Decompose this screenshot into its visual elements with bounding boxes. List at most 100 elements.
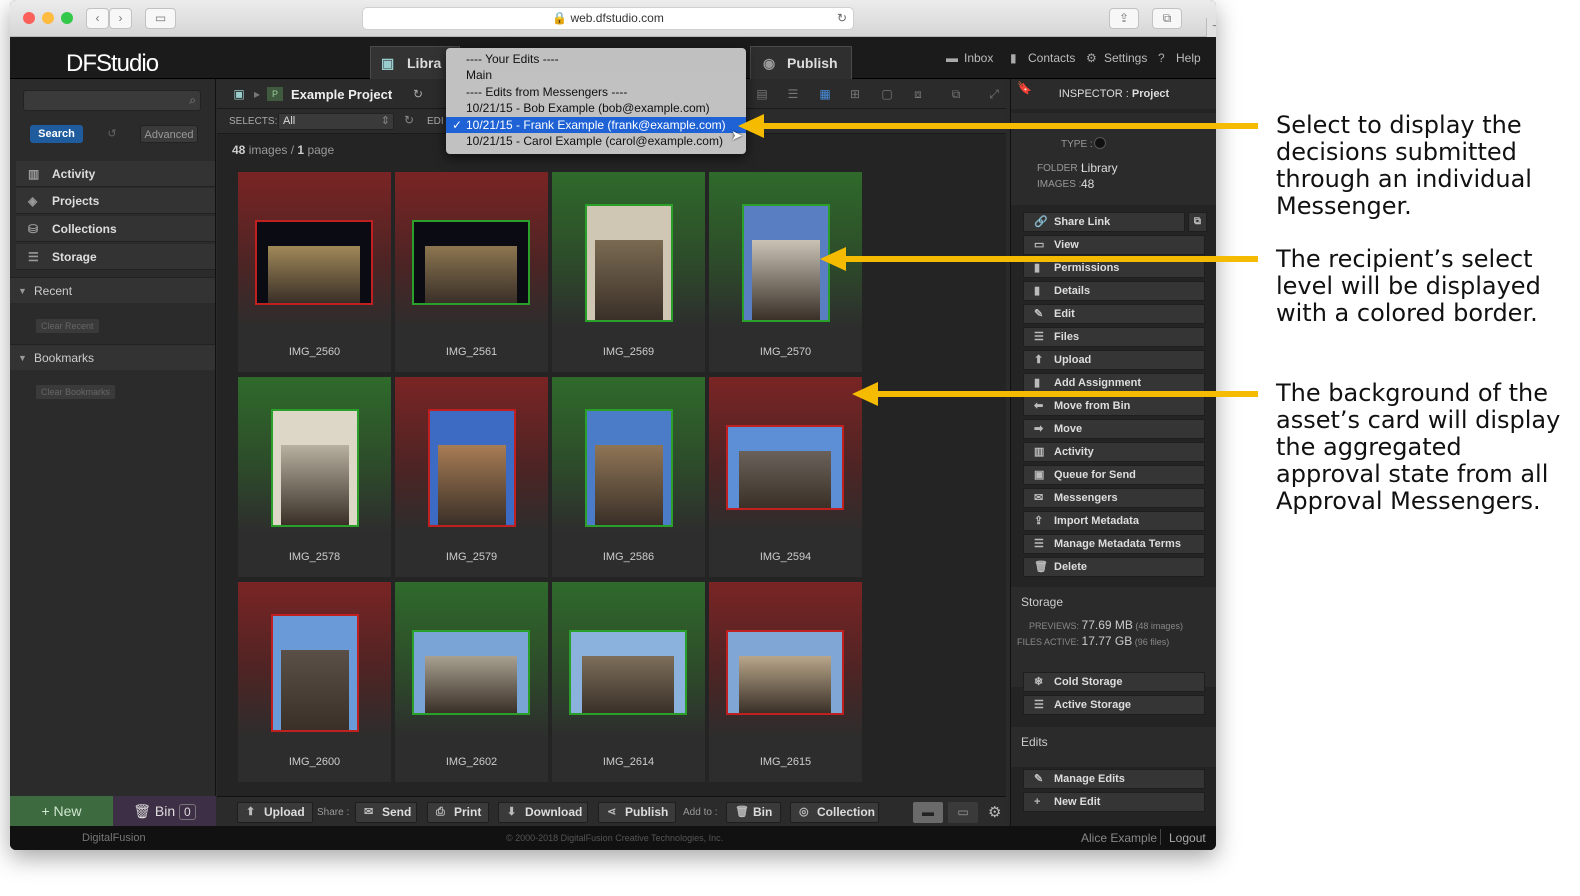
share-link-button[interactable]: 🔗 Share Link ⧉	[1023, 212, 1207, 232]
messengers-button[interactable]: ✉ Messengers	[1023, 488, 1205, 508]
image-thumbnail[interactable]	[255, 220, 373, 305]
download-button[interactable]: ⬇ Download	[498, 802, 588, 823]
copy-link-icon[interactable]: ⧉	[1188, 212, 1207, 232]
image-thumbnail[interactable]	[412, 220, 530, 305]
contacts-link[interactable]: ▮ Contacts	[1010, 51, 1075, 65]
image-thumbnail[interactable]	[412, 630, 530, 715]
delete-button[interactable]: 🗑 Delete	[1023, 557, 1205, 577]
publish-button[interactable]: ⋖ Publish	[598, 802, 676, 823]
sidebar-item-collections[interactable]: ⛁ Collections	[16, 216, 215, 242]
back-icon[interactable]: ‹	[86, 8, 109, 29]
new-tab-button[interactable]: +	[1206, 18, 1216, 38]
view-button[interactable]: ▭ View	[1023, 235, 1205, 255]
manage-edits-button[interactable]: ✎ Manage Edits	[1023, 769, 1205, 789]
forward-icon[interactable]: ›	[109, 8, 132, 29]
image-thumbnail[interactable]	[726, 630, 844, 715]
tab-publish[interactable]: ◉ Publish	[750, 46, 852, 79]
sidebar-item-projects[interactable]: ◈ Projects	[16, 188, 215, 214]
bar-chart-icon: ▥	[28, 167, 40, 181]
image-card[interactable]: IMG_2561	[395, 172, 548, 372]
reset-search-icon[interactable]: ↺	[106, 125, 118, 143]
logout-link[interactable]: Logout	[1169, 831, 1206, 845]
bookmarks-section-header[interactable]: ▼ Bookmarks	[10, 344, 215, 370]
photo-building	[425, 656, 517, 713]
dropdown-option-selected[interactable]: ✓ 10/21/15 - Frank Example (frank@example…	[446, 116, 746, 133]
move-button[interactable]: ➡ Move	[1023, 419, 1205, 439]
search-button[interactable]: Search	[30, 125, 83, 143]
details-button[interactable]: ▮ Details	[1023, 281, 1205, 301]
queue-for-send-button[interactable]: ▣ Queue for Send	[1023, 465, 1205, 485]
image-card[interactable]: IMG_2600	[238, 582, 391, 782]
image-thumbnail[interactable]	[585, 409, 673, 527]
settings-link[interactable]: ⚙ Settings	[1086, 51, 1147, 65]
action-label: Permissions	[1054, 262, 1120, 274]
image-thumbnail[interactable]	[569, 630, 687, 715]
dropdown-option[interactable]: Main	[446, 67, 746, 83]
inbox-link[interactable]: ▬ Inbox	[946, 51, 993, 65]
image-thumbnail[interactable]	[271, 614, 359, 732]
add-assignment-button[interactable]: ▮ Add Assignment	[1023, 373, 1205, 393]
image-card[interactable]: IMG_2570	[709, 172, 862, 372]
dropdown-option[interactable]: 10/21/15 - Bob Example (bob@example.com)	[446, 100, 746, 116]
new-button[interactable]: + New	[10, 796, 113, 826]
photo-building	[438, 445, 506, 525]
upload-button[interactable]: ⬆ Upload	[237, 802, 313, 823]
user-name[interactable]: Alice Example	[1081, 831, 1157, 845]
image-card[interactable]: IMG_2579	[395, 377, 548, 577]
sidebar-toggle-icon[interactable]: ▭	[145, 8, 176, 29]
image-thumbnail[interactable]	[585, 204, 673, 322]
image-card[interactable]: IMG_2614	[552, 582, 705, 782]
zoom-window-button[interactable]	[61, 12, 73, 24]
image-filename: IMG_2561	[445, 346, 498, 358]
share-icon[interactable]: ⇪	[1109, 8, 1139, 29]
minimize-window-button[interactable]	[42, 12, 54, 24]
image-card[interactable]: IMG_2586	[552, 377, 705, 577]
bookmark-icon[interactable]: 🔖	[1017, 81, 1032, 95]
add-to-collection-button[interactable]: ◎ Collection	[790, 802, 879, 823]
close-window-button[interactable]	[23, 12, 35, 24]
lightbox-toggle-icon[interactable]: ▬	[913, 802, 943, 823]
image-card[interactable]: IMG_2602	[395, 582, 548, 782]
app-logo[interactable]: DFStudio	[66, 50, 159, 78]
help-link[interactable]: ? Help	[1158, 51, 1201, 65]
manage-metadata-terms-button[interactable]: ☰ Manage Metadata Terms	[1023, 534, 1205, 554]
cold-storage-button[interactable]: ❄ Cold Storage	[1023, 672, 1205, 692]
gear-icon[interactable]: ⚙	[988, 803, 1001, 821]
bin-button[interactable]: 🗑 Bin 0	[113, 796, 216, 826]
move-from-bin-button[interactable]: ⬅ Move from Bin	[1023, 396, 1205, 416]
new-edit-button[interactable]: + New Edit	[1023, 792, 1205, 812]
address-bar[interactable]: 🔒 web.dfstudio.com ↻	[362, 7, 854, 30]
image-card[interactable]: IMG_2560	[238, 172, 391, 372]
active-storage-button[interactable]: ☰ Active Storage	[1023, 695, 1205, 715]
activity-button[interactable]: ▥ Activity	[1023, 442, 1205, 462]
footer-brand: DigitalFusion	[82, 832, 146, 844]
filmstrip-toggle-icon[interactable]: ▭	[948, 802, 978, 823]
advanced-search-button[interactable]: Advanced	[140, 125, 198, 143]
files-button[interactable]: ☰ Files	[1023, 327, 1205, 347]
library-icon: ▣	[381, 55, 395, 71]
sidebar-item-storage[interactable]: ☰ Storage	[16, 244, 215, 270]
search-input[interactable]: ⌕	[23, 90, 201, 111]
tabs-overview-icon[interactable]: ⧉	[1152, 8, 1182, 29]
add-to-bin-button[interactable]: 🗑 Bin	[726, 802, 781, 823]
image-thumbnail[interactable]	[271, 409, 359, 527]
pencil-icon: ✎	[1034, 308, 1044, 320]
import-metadata-button[interactable]: ⇪ Import Metadata	[1023, 511, 1205, 531]
edit-button[interactable]: ✎ Edit	[1023, 304, 1205, 324]
print-button[interactable]: ⎙ Print	[427, 802, 489, 823]
image-card[interactable]: IMG_2569	[552, 172, 705, 372]
image-thumbnail[interactable]	[742, 204, 830, 322]
clear-recent-button[interactable]: Clear Recent	[36, 319, 99, 333]
sidebar-item-activity[interactable]: ▥ Activity	[16, 161, 215, 187]
recent-section-header[interactable]: ▼ Recent	[10, 277, 215, 303]
send-button[interactable]: ✉ Send	[355, 802, 417, 823]
dropdown-option[interactable]: 10/21/15 - Carol Example (carol@example.…	[446, 133, 746, 149]
clear-bookmarks-button[interactable]: Clear Bookmarks	[36, 385, 116, 399]
image-card[interactable]: IMG_2578	[238, 377, 391, 577]
image-thumbnail[interactable]	[428, 409, 516, 527]
upload-button[interactable]: ⬆ Upload	[1023, 350, 1205, 370]
image-thumbnail[interactable]	[726, 425, 844, 510]
image-card[interactable]: IMG_2594	[709, 377, 862, 577]
image-card[interactable]: IMG_2615	[709, 582, 862, 782]
reload-icon[interactable]: ↻	[837, 8, 847, 29]
